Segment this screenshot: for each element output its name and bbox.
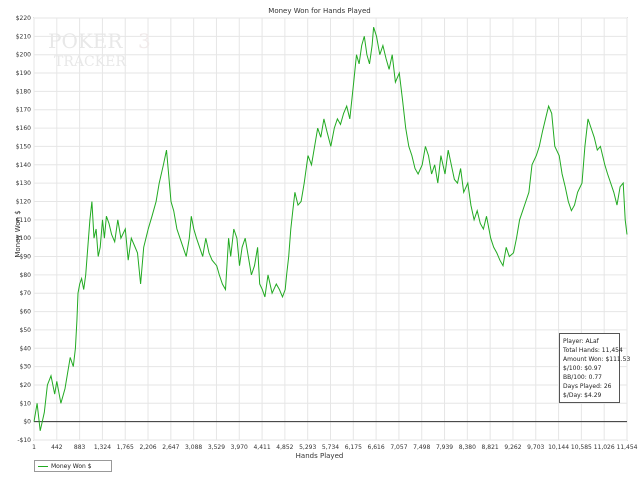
chart-root: Money Won for Hands Played Money Won $ H…	[0, 0, 639, 480]
x-tick-label: 7,498	[413, 444, 430, 451]
y-tick-label: $150	[16, 143, 31, 150]
y-tick-label: $130	[16, 180, 31, 187]
x-tick-label: 883	[74, 444, 86, 451]
y-tick-label: $60	[20, 309, 32, 316]
stat-player: Player: ALaf	[563, 338, 599, 345]
stat-amount-won: Amount Won: $111.53	[563, 356, 631, 363]
x-tick-label: 8,821	[482, 444, 499, 451]
y-tick-label: $140	[16, 162, 31, 169]
y-tick-label: $190	[16, 70, 31, 77]
y-tick-label: $180	[16, 88, 31, 95]
y-tick-label: -$10	[17, 437, 31, 444]
x-tick-label: 11,454	[617, 444, 638, 451]
pokertracker-logo: POKER 3 TRACKER	[48, 30, 151, 70]
legend: Money Won $	[34, 460, 112, 472]
x-tick-label: 10,585	[571, 444, 592, 451]
x-tick-label: 442	[51, 444, 63, 451]
y-tick-label: $160	[16, 125, 31, 132]
x-tick-label: 1,324	[94, 444, 111, 451]
x-tick-label: 2,647	[162, 444, 179, 451]
y-tick-label: $40	[20, 345, 32, 352]
stat-bb-100: BB/100: 0.77	[563, 374, 602, 381]
x-tick-label: 9,262	[504, 444, 521, 451]
stats-box: Player: ALaf Total Hands: 11,454 Amount …	[559, 333, 631, 403]
legend-label: Money Won $	[51, 463, 92, 470]
y-tick-label: $30	[20, 364, 32, 371]
y-tick-label: $10	[20, 400, 32, 407]
stat-days-played: Days Played: 26	[563, 383, 612, 390]
svg-text:3: 3	[138, 30, 151, 53]
svg-text:POKER: POKER	[48, 30, 123, 53]
stat-per-100: $/100: $0.97	[563, 365, 602, 372]
x-tick-label: 11,026	[594, 444, 615, 451]
y-tick-label: $200	[16, 52, 31, 59]
y-tick-label: $0	[23, 419, 31, 426]
x-tick-label: 6,175	[345, 444, 362, 451]
stat-per-day: $/Day: $4.29	[563, 392, 602, 399]
chart-plot: -$10 $0 $10 $20 $30 $40 $50 $60 $70 $80 $90 $100 $11…	[16, 15, 638, 451]
y-tick-label: $110	[16, 217, 31, 224]
y-tick-label: $90	[20, 254, 32, 261]
x-tick-label: 3,088	[185, 444, 202, 451]
y-tick-label: $20	[20, 382, 32, 389]
y-tick-label: $170	[16, 107, 31, 114]
y-tick-label: $210	[16, 33, 31, 40]
x-tick-label: 5,734	[322, 444, 339, 451]
y-tick-label: $70	[20, 290, 32, 297]
x-tick-label: 1,765	[117, 444, 134, 451]
x-tick-label: 1	[32, 444, 36, 451]
y-tick-label: $50	[20, 327, 32, 334]
x-tick-label: 9,703	[527, 444, 544, 451]
x-tick-label: 6,616	[368, 444, 385, 451]
x-tick-label: 10,144	[548, 444, 569, 451]
stat-total-hands: Total Hands: 11,454	[563, 347, 623, 354]
x-tick-label: 2,206	[139, 444, 156, 451]
x-tick-label: 7,939	[436, 444, 453, 451]
x-tick-label: 4,411	[253, 444, 270, 451]
y-tick-label: $80	[20, 272, 32, 279]
x-tick-label: 3,529	[208, 444, 225, 451]
x-tick-label: 4,852	[276, 444, 293, 451]
svg-text:TRACKER: TRACKER	[54, 54, 126, 70]
y-tick-label: $220	[16, 15, 31, 22]
x-tick-label: 5,293	[299, 444, 316, 451]
legend-swatch	[38, 466, 48, 467]
x-tick-label: 7,057	[390, 444, 407, 451]
x-tick-label: 8,380	[459, 444, 476, 451]
x-tick-label: 3,970	[231, 444, 248, 451]
y-tick-label: $120	[16, 198, 31, 205]
y-tick-label: $100	[16, 235, 31, 242]
